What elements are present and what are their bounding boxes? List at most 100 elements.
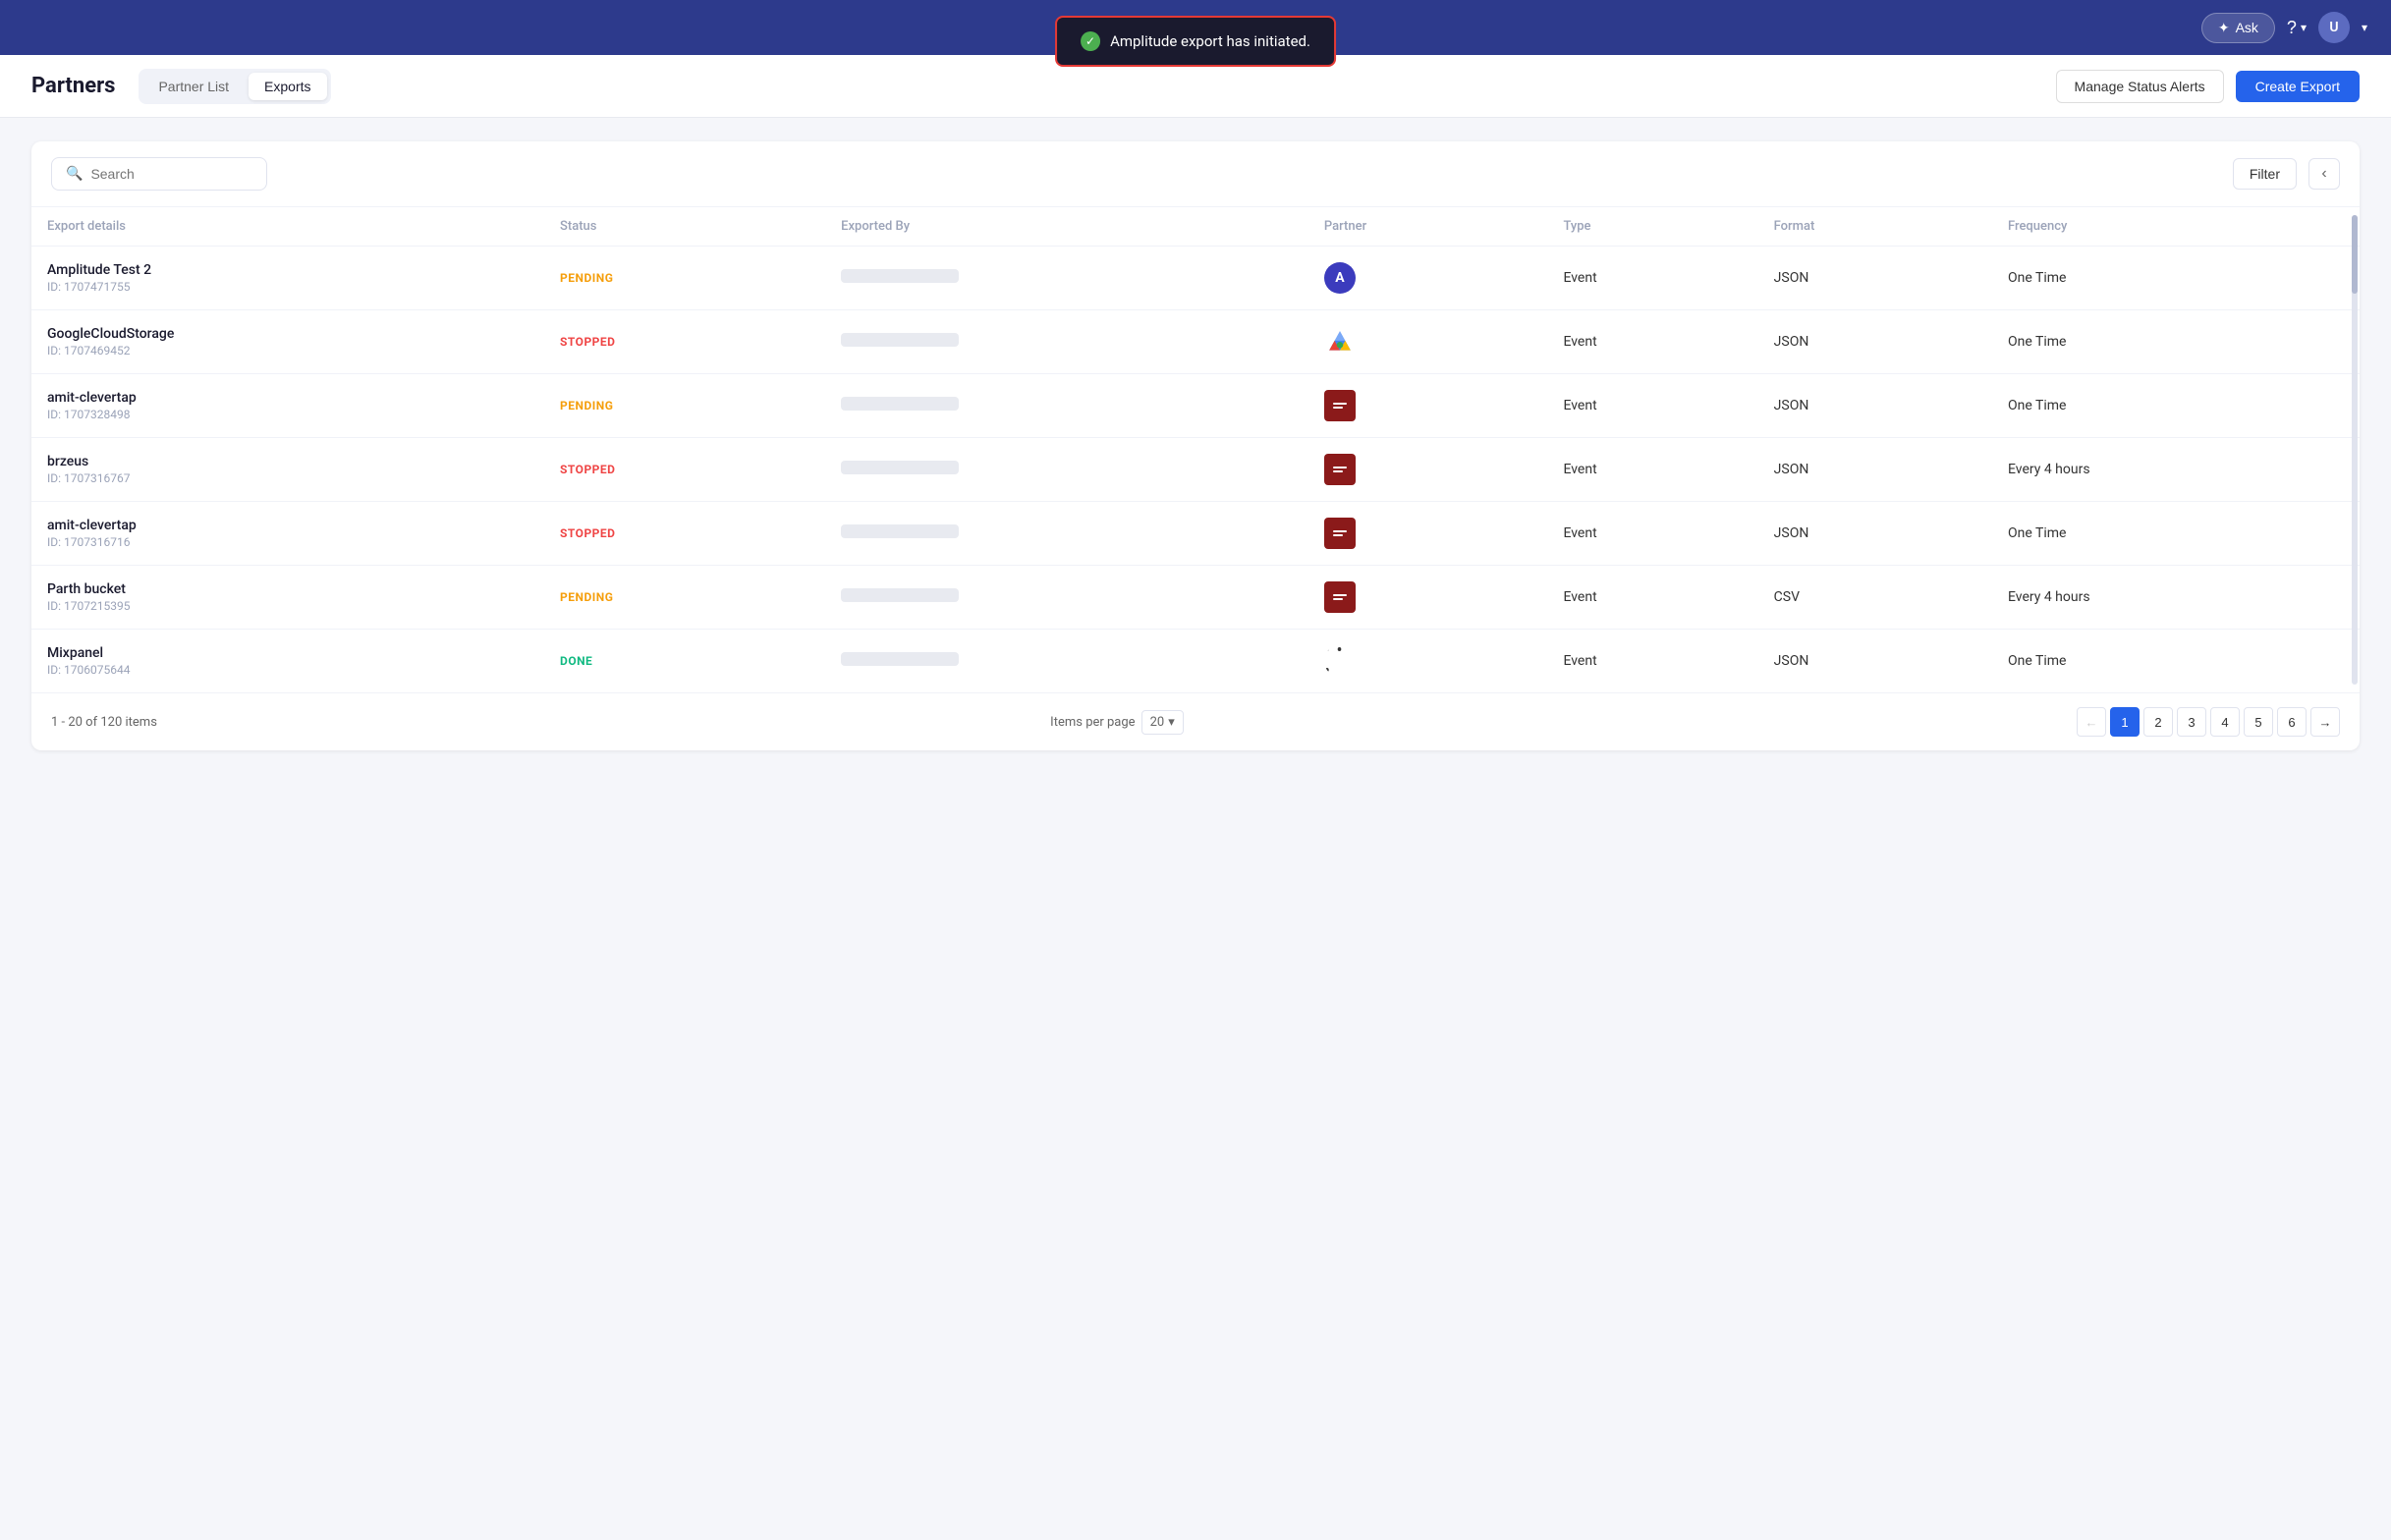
- export-id-0: ID: 1707471755: [47, 280, 528, 294]
- table-scroll-wrapper: Export details Status Exported By Partne…: [31, 207, 2360, 692]
- cell-status-5: PENDING: [544, 566, 825, 630]
- help-circle-icon: ?: [2287, 18, 2297, 38]
- table-row: amit-clevertap ID: 1707316716 STOPPED Ev…: [31, 502, 2360, 566]
- col-format: Format: [1758, 207, 1992, 247]
- cell-status-4: STOPPED: [544, 502, 825, 566]
- cell-exported-by-5: [825, 566, 1308, 630]
- export-name-6: Mixpanel: [47, 645, 528, 661]
- table-container: 🔍 Filter ‹ Export details Status Exporte…: [31, 141, 2360, 750]
- ask-button[interactable]: ✦ Ask: [2201, 13, 2275, 43]
- page-1-button[interactable]: 1: [2110, 707, 2140, 737]
- main-content: 🔍 Filter ‹ Export details Status Exporte…: [0, 118, 2391, 774]
- gcs-icon: [1324, 326, 1356, 358]
- avatar[interactable]: U: [2318, 12, 2350, 43]
- cell-partner-3: [1308, 438, 1548, 502]
- tab-exports[interactable]: Exports: [249, 73, 326, 100]
- cell-format-5: CSV: [1758, 566, 1992, 630]
- col-status: Status: [544, 207, 825, 247]
- cell-partner-1: [1308, 310, 1548, 374]
- export-name-0: Amplitude Test 2: [47, 262, 528, 278]
- cell-export-details-5: Parth bucket ID: 1707215395: [31, 566, 544, 630]
- ask-sparkle-icon: ✦: [2218, 20, 2230, 36]
- collapse-button[interactable]: ‹: [2308, 158, 2340, 190]
- toast-message: Amplitude export has initiated.: [1110, 32, 1310, 50]
- help-chevron-icon: ▾: [2301, 21, 2307, 34]
- col-partner: Partner: [1308, 207, 1548, 247]
- cell-type-2: Event: [1547, 374, 1757, 438]
- page-4-button[interactable]: 4: [2210, 707, 2240, 737]
- per-page-value: 20: [1150, 715, 1165, 730]
- table-row: Parth bucket ID: 1707215395 PENDING Even…: [31, 566, 2360, 630]
- exported-by-placeholder-1: [841, 333, 959, 347]
- export-id-1: ID: 1707469452: [47, 344, 528, 358]
- search-box[interactable]: 🔍: [51, 157, 267, 191]
- col-type: Type: [1547, 207, 1757, 247]
- nav-chevron-icon: ▾: [2362, 21, 2367, 34]
- cell-frequency-1: One Time: [1992, 310, 2360, 374]
- search-icon: 🔍: [66, 166, 83, 182]
- cell-type-3: Event: [1547, 438, 1757, 502]
- cell-export-details-1: GoogleCloudStorage ID: 1707469452: [31, 310, 544, 374]
- exported-by-placeholder-0: [841, 269, 959, 283]
- cell-type-6: Event: [1547, 630, 1757, 693]
- page-3-button[interactable]: 3: [2177, 707, 2206, 737]
- filter-button[interactable]: Filter: [2233, 158, 2297, 190]
- search-input[interactable]: [90, 166, 252, 182]
- cell-frequency-2: One Time: [1992, 374, 2360, 438]
- avatar-letter: U: [2329, 20, 2338, 35]
- cell-export-details-0: Amplitude Test 2 ID: 1707471755: [31, 247, 544, 310]
- page-5-button[interactable]: 5: [2244, 707, 2273, 737]
- exported-by-placeholder-2: [841, 397, 959, 411]
- pagination-info: 1 - 20 of 120 items: [51, 715, 157, 730]
- prev-page-button[interactable]: ←: [2077, 707, 2106, 737]
- exported-by-placeholder-3: [841, 461, 959, 474]
- chevron-left-icon: ‹: [2321, 165, 2326, 183]
- status-badge-2: PENDING: [560, 396, 613, 415]
- cell-type-4: Event: [1547, 502, 1757, 566]
- table-body: Amplitude Test 2 ID: 1707471755 PENDING …: [31, 247, 2360, 693]
- cell-partner-5: [1308, 566, 1548, 630]
- col-frequency: Frequency: [1992, 207, 2360, 247]
- cell-exported-by-6: [825, 630, 1308, 693]
- clevertap-icon: [1324, 581, 1356, 613]
- prev-arrow-icon: ←: [2085, 715, 2098, 730]
- help-button[interactable]: ? ▾: [2287, 18, 2307, 38]
- export-id-6: ID: 1706075644: [47, 663, 528, 677]
- page-navigation: ← 1 2 3 4 5 6 →: [2077, 707, 2340, 737]
- cell-partner-4: [1308, 502, 1548, 566]
- header-actions: Manage Status Alerts Create Export: [2056, 70, 2360, 103]
- cell-status-6: DONE: [544, 630, 825, 693]
- cell-export-details-2: amit-clevertap ID: 1707328498: [31, 374, 544, 438]
- create-export-button[interactable]: Create Export: [2236, 71, 2360, 102]
- toast-notification: ✓ Amplitude export has initiated.: [1055, 16, 1336, 67]
- table-row: GoogleCloudStorage ID: 1707469452 STOPPE…: [31, 310, 2360, 374]
- cell-type-0: Event: [1547, 247, 1757, 310]
- page-6-button[interactable]: 6: [2277, 707, 2307, 737]
- export-name-2: amit-clevertap: [47, 390, 528, 406]
- table-header: Export details Status Exported By Partne…: [31, 207, 2360, 247]
- table-row: amit-clevertap ID: 1707328498 PENDING Ev…: [31, 374, 2360, 438]
- page-2-button[interactable]: 2: [2143, 707, 2173, 737]
- ask-label: Ask: [2236, 20, 2258, 35]
- exported-by-placeholder-6: [841, 652, 959, 666]
- cell-partner-6: • • •: [1308, 630, 1548, 693]
- tab-partner-list[interactable]: Partner List: [142, 73, 245, 100]
- page-title: Partners: [31, 74, 115, 98]
- table-toolbar: 🔍 Filter ‹: [31, 141, 2360, 207]
- per-page-dropdown[interactable]: 20 ▾: [1141, 710, 1184, 735]
- cell-frequency-6: One Time: [1992, 630, 2360, 693]
- table-row: Mixpanel ID: 1706075644 DONE • • • Event…: [31, 630, 2360, 693]
- cell-status-1: STOPPED: [544, 310, 825, 374]
- clevertap-icon: [1324, 390, 1356, 421]
- cell-export-details-6: Mixpanel ID: 1706075644: [31, 630, 544, 693]
- export-name-1: GoogleCloudStorage: [47, 326, 528, 342]
- cell-type-5: Event: [1547, 566, 1757, 630]
- cell-exported-by-2: [825, 374, 1308, 438]
- cell-exported-by-1: [825, 310, 1308, 374]
- manage-status-alerts-button[interactable]: Manage Status Alerts: [2056, 70, 2224, 103]
- next-page-button[interactable]: →: [2310, 707, 2340, 737]
- exported-by-placeholder-4: [841, 524, 959, 538]
- status-badge-3: STOPPED: [560, 460, 615, 479]
- cell-export-details-3: brzeus ID: 1707316767: [31, 438, 544, 502]
- col-exported-by: Exported By: [825, 207, 1308, 247]
